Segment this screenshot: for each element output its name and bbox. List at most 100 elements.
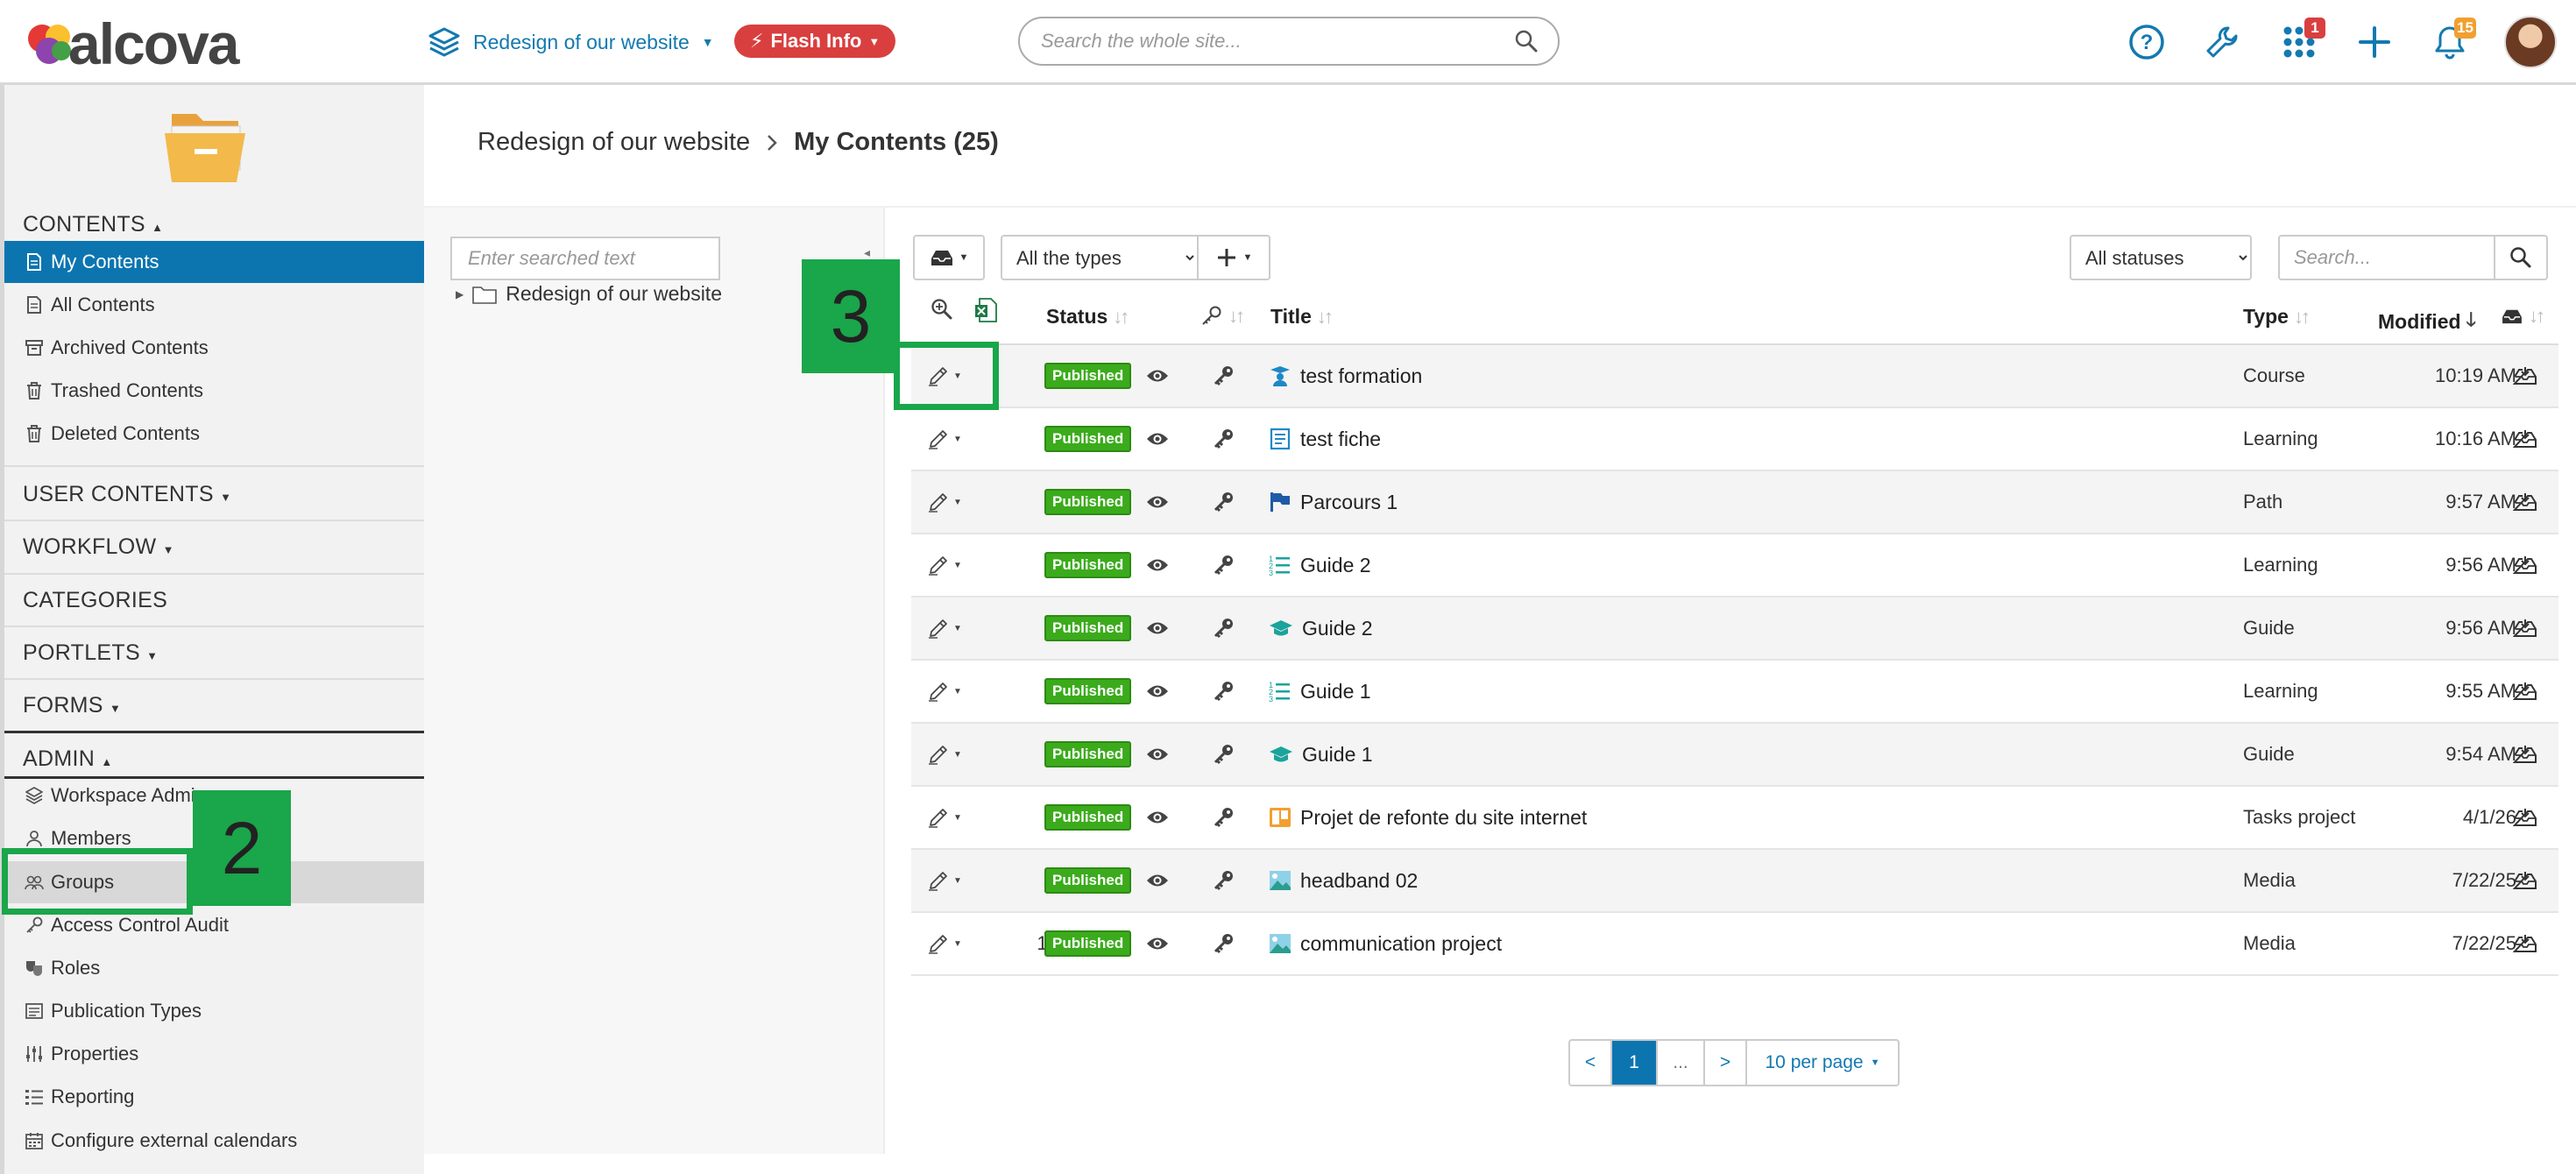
edit-menu-button[interactable]: ▼ xyxy=(927,850,974,911)
download-icon[interactable] xyxy=(2513,345,2537,407)
key-icon[interactable] xyxy=(1213,345,1235,407)
search-icon[interactable] xyxy=(1514,29,1539,53)
download-icon[interactable] xyxy=(2513,724,2537,785)
column-header-type[interactable]: Type ↓↑ xyxy=(2243,305,2311,329)
edit-menu-button[interactable]: ▼ xyxy=(927,724,974,785)
content-title-link[interactable]: Guide 1 xyxy=(1302,743,1373,767)
sidebar-item-reporting[interactable]: Reporting xyxy=(4,1076,424,1118)
eye-icon[interactable] xyxy=(1146,345,1169,407)
bulk-actions-button[interactable]: ▼ xyxy=(913,235,985,280)
title-cell[interactable]: Guide 2 xyxy=(1269,598,1373,659)
user-contents-section-header[interactable]: USER CONTENTS ▼ xyxy=(23,482,231,507)
download-icon[interactable] xyxy=(2513,913,2537,974)
admin-section-header[interactable]: ADMIN ▲ xyxy=(23,746,112,772)
table-row[interactable]: ▼ 7. Published Guide 1 Guide 9:54 AM xyxy=(911,724,2558,787)
column-header-modified[interactable]: Modified 🡓 xyxy=(2378,305,2476,338)
key-icon[interactable] xyxy=(1213,598,1235,659)
sidebar-item-my-contents[interactable]: My Contents xyxy=(4,241,424,283)
key-icon[interactable] xyxy=(1213,913,1235,974)
status-filter-select[interactable]: All statuses xyxy=(2070,235,2252,280)
eye-icon[interactable] xyxy=(1146,408,1169,470)
zoom-icon[interactable] xyxy=(931,298,953,321)
tree-search-input[interactable] xyxy=(450,237,720,280)
key-icon[interactable] xyxy=(1213,850,1235,911)
apps-grid-icon[interactable]: 1 xyxy=(2273,16,2325,68)
pagination-prev[interactable]: < xyxy=(1570,1041,1612,1085)
title-cell[interactable]: 123 Guide 1 xyxy=(1269,661,1371,722)
key-icon[interactable] xyxy=(1213,408,1235,470)
table-row[interactable]: ▼ 4. Published 123 Guide 2 Learning 9:56… xyxy=(911,534,2558,598)
workflow-section-header[interactable]: WORKFLOW ▼ xyxy=(23,534,174,560)
edit-menu-button[interactable]: ▼ xyxy=(927,408,974,470)
eye-icon[interactable] xyxy=(1146,724,1169,785)
column-header-rights[interactable]: ↓↑ xyxy=(1200,305,1245,328)
key-icon[interactable] xyxy=(1213,661,1235,722)
eye-icon[interactable] xyxy=(1146,787,1169,848)
tree-node-root[interactable]: ▶ Redesign of our website xyxy=(456,282,722,306)
content-title-link[interactable]: test formation xyxy=(1300,364,1422,388)
eye-icon[interactable] xyxy=(1146,850,1169,911)
content-title-link[interactable]: Guide 2 xyxy=(1300,554,1371,577)
breadcrumb-parent-link[interactable]: Redesign of our website xyxy=(478,128,750,157)
sidebar-item-roles[interactable]: Roles xyxy=(4,947,424,989)
caret-right-icon[interactable]: ▶ xyxy=(456,288,464,301)
table-row[interactable]: ▼ 3. Published Parcours 1 Path 9:57 AM xyxy=(911,471,2558,534)
excel-export-icon[interactable] xyxy=(974,298,997,322)
table-row[interactable]: ▼ 6. Published 123 Guide 1 Learning 9:55… xyxy=(911,661,2558,724)
per-page-selector[interactable]: 10 per page ▼ xyxy=(1747,1041,1898,1085)
contents-section-header[interactable]: CONTENTS ▲ xyxy=(23,212,163,237)
column-header-title[interactable]: Title ↓↑ xyxy=(1270,305,1334,329)
content-title-link[interactable]: test fiche xyxy=(1300,428,1381,451)
content-search-button[interactable] xyxy=(2494,235,2548,280)
add-icon[interactable] xyxy=(2348,16,2401,68)
table-row[interactable]: ▼ 1. Published test formation Course 10:… xyxy=(911,345,2558,408)
eye-icon[interactable] xyxy=(1146,471,1169,533)
content-title-link[interactable]: Projet de refonte du site internet xyxy=(1300,806,1587,830)
download-icon[interactable] xyxy=(2513,534,2537,596)
title-cell[interactable]: Guide 1 xyxy=(1269,724,1373,785)
content-search-input[interactable] xyxy=(2278,235,2494,280)
help-icon[interactable]: ? xyxy=(2120,16,2173,68)
sidebar-item-publication-types[interactable]: Publication Types xyxy=(4,990,424,1032)
workspace-selector[interactable]: Redesign of our website ▼ xyxy=(428,25,714,60)
title-cell[interactable]: communication project xyxy=(1269,913,1502,974)
categories-section-header[interactable]: CATEGORIES xyxy=(23,588,167,613)
edit-menu-button[interactable]: ▼ xyxy=(927,787,974,848)
logo-text[interactable]: alcova xyxy=(68,9,239,79)
download-icon[interactable] xyxy=(2513,850,2537,911)
key-icon[interactable] xyxy=(1213,724,1235,785)
key-icon[interactable] xyxy=(1213,471,1235,533)
content-title-link[interactable]: Parcours 1 xyxy=(1300,491,1398,514)
download-icon[interactable] xyxy=(2513,408,2537,470)
edit-menu-button[interactable]: ▼ xyxy=(927,598,974,659)
content-title-link[interactable]: headband 02 xyxy=(1300,869,1418,893)
download-icon[interactable] xyxy=(2513,661,2537,722)
download-icon[interactable] xyxy=(2513,787,2537,848)
add-content-button[interactable]: ▼ xyxy=(1197,235,1270,280)
content-title-link[interactable]: Guide 1 xyxy=(1300,680,1371,704)
edit-menu-button[interactable]: ▼ xyxy=(927,661,974,722)
sidebar-item-configure-external-calendars[interactable]: Configure external calendars xyxy=(4,1120,424,1162)
eye-icon[interactable] xyxy=(1146,661,1169,722)
edit-menu-button[interactable]: ▼ xyxy=(927,913,974,974)
sidebar-item-all-contents[interactable]: All Contents xyxy=(4,284,424,326)
key-icon[interactable] xyxy=(1213,534,1235,596)
eye-icon[interactable] xyxy=(1146,534,1169,596)
site-search-input[interactable] xyxy=(1039,29,1514,53)
flash-info-button[interactable]: ⚡ Flash Info ▼ xyxy=(734,25,896,58)
sidebar-item-properties[interactable]: Properties xyxy=(4,1033,424,1075)
forms-section-header[interactable]: FORMS ▼ xyxy=(23,693,121,718)
collapse-tree-icon[interactable]: ◂ xyxy=(864,245,870,260)
key-icon[interactable] xyxy=(1213,787,1235,848)
table-row[interactable]: ▼ 10. Published communication project Me… xyxy=(911,913,2558,976)
column-header-download[interactable]: ↓↑ xyxy=(2501,305,2545,328)
wrench-icon[interactable] xyxy=(2196,16,2248,68)
bell-icon[interactable]: 15 xyxy=(2424,16,2476,68)
pagination-page-1[interactable]: 1 xyxy=(1612,1041,1658,1085)
sidebar-item-deleted-contents[interactable]: Deleted Contents xyxy=(4,413,424,455)
title-cell[interactable]: Parcours 1 xyxy=(1269,471,1398,533)
portlets-section-header[interactable]: PORTLETS ▼ xyxy=(23,640,158,666)
eye-icon[interactable] xyxy=(1146,913,1169,974)
content-title-link[interactable]: communication project xyxy=(1300,932,1502,956)
title-cell[interactable]: test fiche xyxy=(1269,408,1381,470)
